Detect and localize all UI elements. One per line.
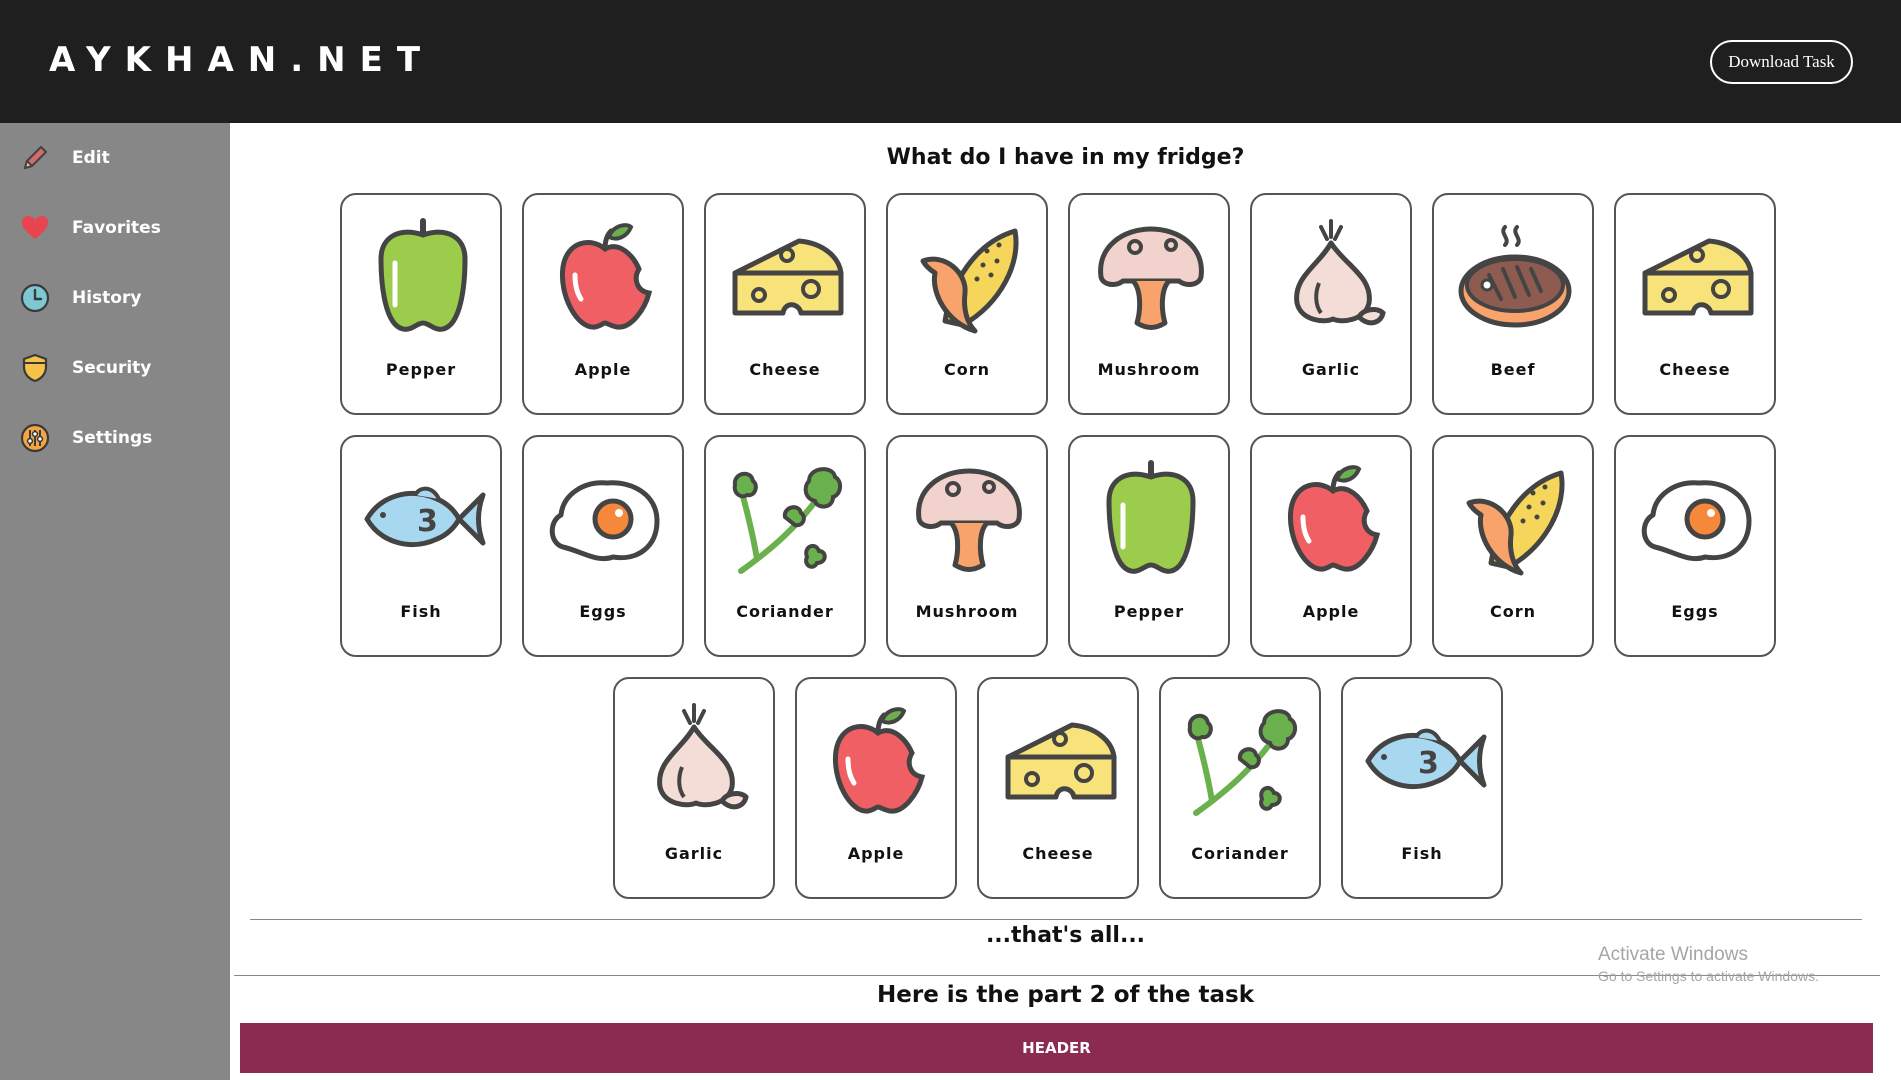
top-bar: AYKHAN.NET Download Task: [0, 0, 1901, 123]
pencil-icon: [18, 141, 52, 175]
sidebar-item-label: Settings: [72, 428, 153, 448]
food-card-beef[interactable]: Beef: [1432, 193, 1594, 415]
download-task-button[interactable]: Download Task: [1710, 40, 1853, 84]
sidebar-item-label: Favorites: [72, 218, 161, 238]
food-card-label: Apple: [574, 360, 632, 379]
mushroom-icon: [1098, 226, 1204, 330]
food-card-garlic[interactable]: Garlic: [613, 677, 775, 899]
watermark-subtitle: Go to Settings to activate Windows.: [1598, 968, 1819, 984]
pepper-icon: [378, 218, 468, 332]
shield-icon: [18, 351, 52, 385]
cheese-icon: [732, 238, 844, 316]
apple-icon: [832, 707, 926, 814]
fish-icon: 3: [1365, 728, 1487, 790]
sidebar-item-security[interactable]: Security: [0, 343, 230, 393]
mushroom-icon: [916, 468, 1022, 572]
sidebar-item-history[interactable]: History: [0, 273, 230, 323]
apple-icon: [1287, 465, 1381, 572]
food-card-label: Fish: [1401, 844, 1443, 863]
apple-icon: [559, 223, 653, 330]
food-card-mushroom[interactable]: Mushroom: [886, 435, 1048, 657]
corn-icon: [1466, 470, 1565, 576]
food-card-fish[interactable]: 3 Fish: [340, 435, 502, 657]
divider: [250, 919, 1862, 920]
food-card-cheese[interactable]: Cheese: [977, 677, 1139, 899]
sidebar-item-favorites[interactable]: Favorites: [0, 203, 230, 253]
food-card-cheese[interactable]: Cheese: [1614, 193, 1776, 415]
food-card-label: Corn: [1489, 602, 1536, 621]
sidebar-item-label: Edit: [72, 148, 110, 168]
beef-icon: [1458, 225, 1572, 328]
cheese-icon: [1005, 722, 1117, 800]
food-card-label: Coriander: [736, 602, 834, 621]
food-card-label: Garlic: [664, 844, 724, 863]
food-card-label: Eggs: [579, 602, 627, 621]
food-card-coriander[interactable]: Coriander: [1159, 677, 1321, 899]
site-logo[interactable]: AYKHAN.NET: [49, 40, 434, 80]
food-card-label: Beef: [1490, 360, 1536, 379]
food-card-eggs[interactable]: Eggs: [522, 435, 684, 657]
corn-icon: [920, 228, 1019, 334]
food-card-corn[interactable]: Corn: [1432, 435, 1594, 657]
svg-text:3: 3: [417, 504, 438, 539]
food-card-garlic[interactable]: Garlic: [1250, 193, 1412, 415]
sidebar-item-edit[interactable]: Edit: [0, 133, 230, 183]
garlic-icon: [1294, 219, 1386, 326]
egg-icon: [1641, 480, 1752, 562]
food-card-label: Cheese: [1022, 844, 1094, 863]
cheese-icon: [1642, 238, 1754, 316]
pepper-icon: [1106, 460, 1196, 574]
food-card-label: Apple: [847, 844, 905, 863]
food-card-label: Pepper: [385, 360, 457, 379]
clock-icon: [18, 281, 52, 315]
food-card-label: Pepper: [1113, 602, 1185, 621]
food-card-coriander[interactable]: Coriander: [704, 435, 866, 657]
food-card-fish[interactable]: 3 Fish: [1341, 677, 1503, 899]
food-card-label: Mushroom: [1097, 360, 1201, 379]
food-card-pepper[interactable]: Pepper: [340, 193, 502, 415]
main-content: What do I have in my fridge? Pepper Appl…: [230, 123, 1901, 1080]
food-card-label: Eggs: [1671, 602, 1719, 621]
food-card-pepper[interactable]: Pepper: [1068, 435, 1230, 657]
section-header-bar[interactable]: HEADER: [240, 1023, 1873, 1073]
fish-icon: 3: [364, 486, 486, 548]
food-card-label: Garlic: [1301, 360, 1361, 379]
food-card-label: Fish: [400, 602, 442, 621]
food-card-apple[interactable]: Apple: [1250, 435, 1412, 657]
food-card-label: Coriander: [1191, 844, 1289, 863]
food-card-label: Cheese: [749, 360, 821, 379]
food-card-label: Mushroom: [915, 602, 1019, 621]
settings-icon: [18, 421, 52, 455]
food-card-cheese[interactable]: Cheese: [704, 193, 866, 415]
food-card-apple[interactable]: Apple: [522, 193, 684, 415]
watermark-title: Activate Windows: [1598, 944, 1748, 965]
food-card-mushroom[interactable]: Mushroom: [1068, 193, 1230, 415]
egg-icon: [549, 480, 660, 562]
food-card-corn[interactable]: Corn: [886, 193, 1048, 415]
coriander-icon: [1187, 709, 1297, 816]
food-card-apple[interactable]: Apple: [795, 677, 957, 899]
activate-windows-watermark: Activate Windows Go to Settings to activ…: [1598, 944, 1819, 984]
food-card-label: Corn: [943, 360, 990, 379]
page-title: What do I have in my fridge?: [886, 145, 1245, 170]
food-card-label: Apple: [1302, 602, 1360, 621]
sidebar-item-label: History: [72, 288, 142, 308]
coriander-icon: [732, 467, 842, 574]
garlic-icon: [657, 703, 749, 810]
svg-text:3: 3: [1418, 746, 1439, 781]
sidebar: Edit Favorites History Security Settings: [0, 123, 230, 1080]
food-card-label: Cheese: [1659, 360, 1731, 379]
part2-title: Here is the part 2 of the task: [877, 982, 1254, 1008]
food-card-eggs[interactable]: Eggs: [1614, 435, 1776, 657]
sidebar-item-label: Security: [72, 358, 152, 378]
sidebar-item-settings[interactable]: Settings: [0, 413, 230, 463]
heart-icon: [18, 211, 52, 245]
